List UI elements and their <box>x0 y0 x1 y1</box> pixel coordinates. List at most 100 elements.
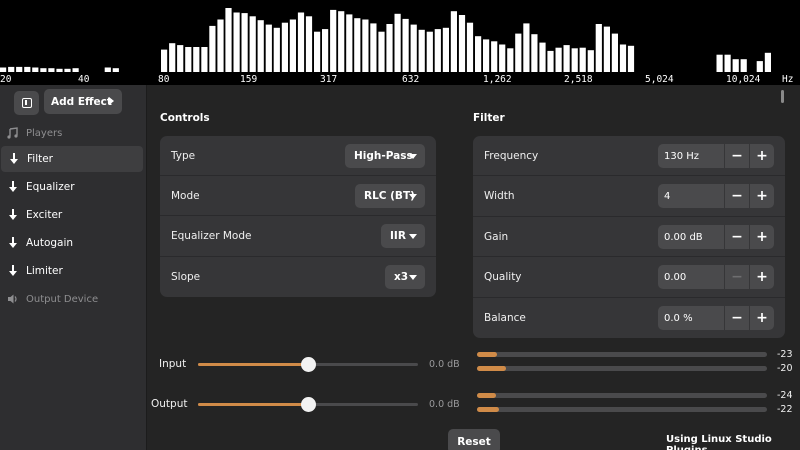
frequency-decrement-button[interactable]: − <box>725 144 749 168</box>
sidebar-item-output-device[interactable]: Output Device <box>0 286 142 312</box>
spectrum-bar <box>619 44 627 72</box>
sidebar-item-players[interactable]: Players <box>0 120 142 146</box>
quality-increment-button[interactable]: + <box>750 265 774 289</box>
balance-input[interactable]: 0.0 % <box>658 306 724 330</box>
sidebar-item-limiter[interactable]: Limiter <box>0 258 142 284</box>
scrollbar-handle[interactable] <box>781 90 784 103</box>
row-label: Gain <box>484 230 509 243</box>
spectrum-bar <box>523 23 530 72</box>
spectrum-bar <box>0 67 7 72</box>
balance-decrement-button[interactable]: − <box>725 306 749 330</box>
balance-increment-button[interactable]: + <box>750 306 774 330</box>
width-input[interactable]: 4 <box>658 184 724 208</box>
type-dropdown[interactable]: High-Pass <box>345 143 425 168</box>
equalizer-mode-dropdown[interactable]: IIR <box>381 224 425 248</box>
output-gain-slider[interactable] <box>198 397 418 412</box>
spectrum-bar <box>587 50 594 72</box>
input-gain-knob[interactable] <box>300 357 316 372</box>
sidebar-item-label: Players <box>26 127 63 139</box>
control-row-equalizer-mode: Equalizer Mode IIR <box>160 216 436 257</box>
frequency-tick-label: 1,262 <box>483 74 512 85</box>
spectrum-bar <box>724 54 731 72</box>
frequency-input[interactable]: 130 Hz <box>658 144 724 168</box>
spectrum-bar <box>338 11 345 72</box>
sidebar-toggle-icon <box>21 98 32 108</box>
spectrum-bar <box>193 47 200 72</box>
plus-icon: + <box>756 269 768 285</box>
input-gain-slider[interactable] <box>198 357 418 372</box>
sidebar-item-filter[interactable]: Filter <box>1 146 143 172</box>
spectrum-bar <box>627 45 635 72</box>
sidebar-item-label: Output Device <box>26 293 99 305</box>
input-gain-fill <box>198 363 308 366</box>
gain-input[interactable]: 0.00 dB <box>658 225 724 249</box>
chevron-down-icon <box>409 153 417 159</box>
spectrum-bar <box>732 59 739 72</box>
control-row-mode: Mode RLC (BT) <box>160 176 436 216</box>
output-level-value-right: -22 <box>777 404 793 415</box>
input-gain-value: 0.0 dB <box>429 359 460 370</box>
output-gain-knob[interactable] <box>300 397 316 412</box>
controls-title: Controls <box>160 112 210 124</box>
width-spinbutton: 4 − + <box>658 184 774 208</box>
sidebar-item-equalizer[interactable]: Equalizer <box>0 174 142 200</box>
spectrum-bar <box>386 24 393 72</box>
spectrum-bar <box>756 61 763 72</box>
gain-decrement-button[interactable]: − <box>725 225 749 249</box>
arrow-down-icon <box>7 209 19 221</box>
dropdown-value: IIR <box>390 230 406 242</box>
spectrum-bar <box>571 48 578 72</box>
width-decrement-button[interactable]: − <box>725 184 749 208</box>
plus-icon: + <box>756 188 768 204</box>
spectrum-bar <box>48 68 55 72</box>
spectrum-bar <box>56 68 63 72</box>
speaker-icon <box>7 293 19 305</box>
filter-row-quality: Quality 0.00 − + <box>473 257 785 298</box>
input-gain-label: Input <box>159 358 187 370</box>
sidebar-toolbar: Add Effect <box>0 85 146 118</box>
spectrum-bar <box>539 42 546 72</box>
reset-button[interactable]: Reset <box>448 429 500 450</box>
sidebar-item-label: Exciter <box>26 209 63 221</box>
plus-icon: + <box>756 229 768 245</box>
spectrum-bar <box>716 54 723 72</box>
minus-icon: − <box>731 188 743 204</box>
spectrum-bar <box>40 68 47 72</box>
spectrum-bar <box>394 13 401 73</box>
quality-input[interactable]: 0.00 <box>658 265 724 289</box>
filter-row-balance: Balance 0.0 % − + <box>473 298 785 338</box>
slope-dropdown[interactable]: x3 <box>385 265 425 289</box>
frequency-increment-button[interactable]: + <box>750 144 774 168</box>
spectrum-bar <box>8 66 15 72</box>
spectrum-bar <box>507 48 514 72</box>
mode-dropdown[interactable]: RLC (BT) <box>355 183 425 208</box>
spectrum-bar <box>233 12 240 72</box>
spectrum-bar <box>209 25 216 72</box>
controls-card: Type High-Pass Mode RLC (BT) Equalizer M… <box>160 136 436 297</box>
width-increment-button[interactable]: + <box>750 184 774 208</box>
input-level-value-right: -20 <box>777 363 793 374</box>
sidebar-item-exciter[interactable]: Exciter <box>0 202 142 228</box>
spectrum-bar <box>555 47 562 72</box>
filter-card: Frequency 130 Hz − + Width 4 − + Gain 0.… <box>473 136 785 338</box>
row-label: Type <box>171 149 196 162</box>
arrow-down-icon <box>7 237 19 249</box>
balance-spinbutton: 0.0 % − + <box>658 306 774 330</box>
spectrum-bar <box>531 34 538 72</box>
plus-icon: + <box>756 310 768 326</box>
sidebar-item-autogain[interactable]: Autogain <box>0 230 142 256</box>
spectrum-bar <box>185 47 192 72</box>
spectrum-bar <box>217 19 224 72</box>
spectrum-bar <box>112 68 119 72</box>
row-label: Slope <box>171 271 201 283</box>
add-effect-button[interactable]: Add Effect <box>44 89 122 114</box>
dropdown-value: RLC (BT) <box>364 189 415 202</box>
gain-spinbutton: 0.00 dB − + <box>658 225 774 249</box>
frequency-tick-label: 10,024 <box>726 74 761 85</box>
quality-decrement-button[interactable]: − <box>725 265 749 289</box>
frequency-tick-label: 632 <box>402 74 419 85</box>
sidebar-toggle-button[interactable] <box>14 91 39 115</box>
spectrum-bar <box>257 20 264 72</box>
spectrum-bar <box>466 22 474 72</box>
gain-increment-button[interactable]: + <box>750 225 774 249</box>
